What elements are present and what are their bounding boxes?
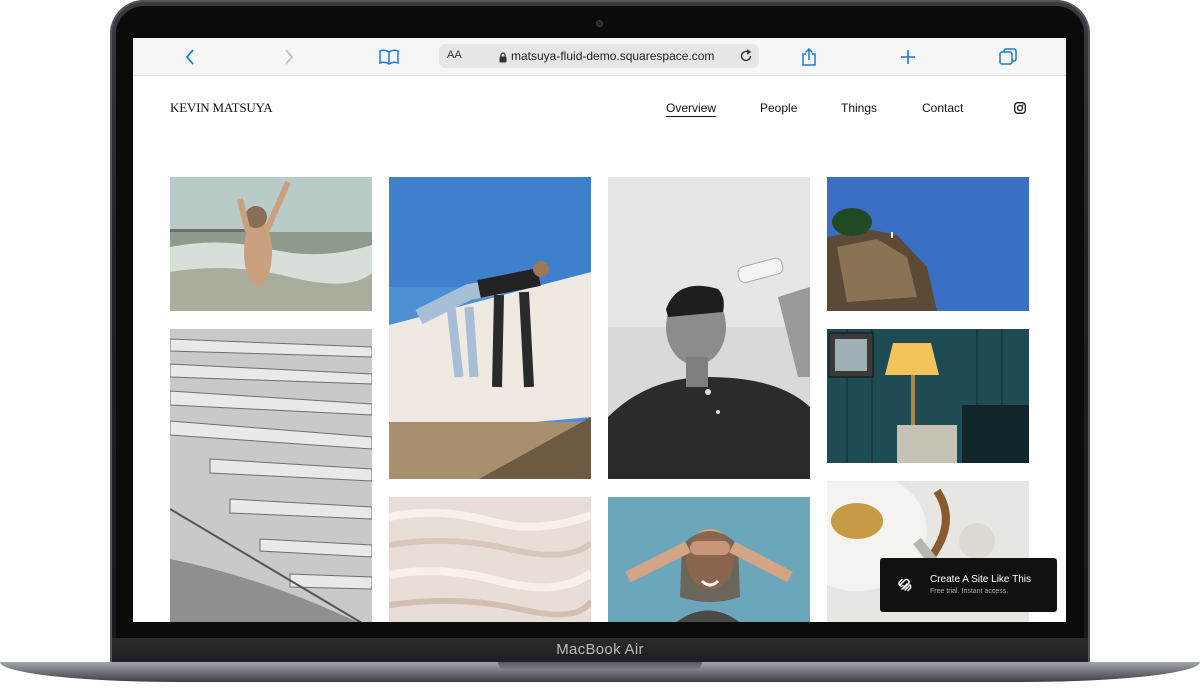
text-size-button[interactable]: AA: [447, 49, 462, 61]
nav-people[interactable]: People: [760, 101, 797, 115]
cliff-sky-photo[interactable]: [827, 177, 1029, 311]
wall-climb-photo[interactable]: [389, 177, 591, 479]
lamp-room-photo[interactable]: [827, 329, 1029, 463]
create-site-cta[interactable]: Create A Site Like This Free trial. Inst…: [880, 558, 1057, 612]
bleachers-photo[interactable]: [170, 329, 372, 622]
plus-icon[interactable]: [896, 47, 920, 67]
water-splash-portrait-photo[interactable]: [608, 177, 810, 479]
nav-overview[interactable]: Overview: [666, 101, 717, 117]
chevron-left-icon[interactable]: [178, 47, 202, 67]
squarespace-logo-icon: [896, 576, 914, 599]
site-title[interactable]: KEVIN MATSUYA: [170, 100, 273, 116]
covered-eyes-portrait-photo[interactable]: [608, 497, 810, 622]
browser-screen: AA matsuya-fluid-demo.squarespace.com KE…: [133, 38, 1066, 622]
instagram-icon[interactable]: [1014, 101, 1026, 114]
nav-contact[interactable]: Contact: [922, 101, 963, 115]
reload-icon[interactable]: [739, 49, 753, 68]
travertine-photo[interactable]: [389, 497, 591, 622]
lock-icon: [499, 50, 507, 68]
address-bar[interactable]: AA matsuya-fluid-demo.squarespace.com: [439, 44, 759, 68]
browser-toolbar: AA matsuya-fluid-demo.squarespace.com: [133, 38, 1066, 76]
beach-jump-photo[interactable]: [170, 177, 372, 311]
tabs-icon[interactable]: [996, 47, 1020, 67]
cta-title: Create A Site Like This: [930, 574, 1031, 585]
base-notch: [498, 662, 702, 670]
device-label: MacBook Air: [556, 641, 644, 658]
share-icon[interactable]: [797, 47, 821, 67]
chevron-right-icon[interactable]: [277, 47, 301, 67]
nav-things[interactable]: Things: [841, 101, 877, 115]
camera-icon: [596, 20, 603, 27]
url-text: matsuya-fluid-demo.squarespace.com: [511, 49, 715, 63]
book-icon[interactable]: [377, 47, 401, 67]
cta-subtitle: Free trial. Instant access.: [930, 588, 1009, 595]
